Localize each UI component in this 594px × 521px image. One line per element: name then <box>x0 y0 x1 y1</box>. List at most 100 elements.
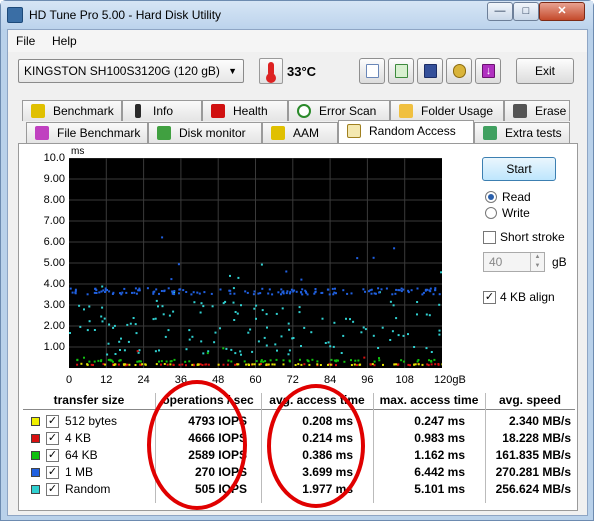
scatter-point <box>246 291 249 294</box>
scatter-point <box>141 363 144 366</box>
scatter-point <box>86 329 89 332</box>
scatter-point <box>310 331 313 334</box>
scatter-point <box>237 276 240 279</box>
tab-erase[interactable]: Erase <box>504 100 570 121</box>
scatter-point <box>301 288 304 291</box>
tab-info[interactable]: Info <box>122 100 202 121</box>
copy-text-button[interactable] <box>359 58 385 84</box>
options-button[interactable] <box>446 58 472 84</box>
copy-screenshot-button[interactable] <box>388 58 414 84</box>
scatter-point <box>298 311 301 314</box>
scatter-point <box>103 317 106 320</box>
scatter-point <box>416 313 418 316</box>
scatter-point <box>334 287 336 290</box>
drive-select-value: KINGSTON SH100S3120G (120 gB) <box>24 64 220 78</box>
scatter-point <box>299 358 301 361</box>
menu-help[interactable]: Help <box>52 34 77 48</box>
read-label: Read <box>502 190 531 204</box>
scatter-point <box>93 329 96 331</box>
minimize-button[interactable]: — <box>487 2 513 21</box>
title-bar: HD Tune Pro 5.00 - Hard Disk Utility — □… <box>1 1 593 29</box>
scatter-point <box>182 289 185 292</box>
tab-health[interactable]: Health <box>202 100 288 121</box>
scatter-point <box>232 287 235 290</box>
series-checkbox[interactable]: ✓ <box>46 449 59 462</box>
avg-speed-cell: 270.281 MB/s <box>495 465 571 479</box>
series-checkbox[interactable]: ✓ <box>46 466 59 479</box>
scatter-point <box>371 363 374 366</box>
save-button[interactable] <box>417 58 443 84</box>
tab-benchmark[interactable]: Benchmark <box>22 100 122 121</box>
series-checkbox[interactable]: ✓ <box>46 483 59 496</box>
spinner-arrows-icon[interactable]: ▲ ▼ <box>530 253 544 271</box>
y-tick-label: 1.00 <box>43 341 65 353</box>
align-checkbox[interactable]: ✓ <box>483 291 496 304</box>
maximize-button[interactable]: □ <box>513 2 539 21</box>
tab-file-benchmark[interactable]: File Benchmark <box>26 122 148 143</box>
close-button[interactable]: ✕ <box>539 2 585 21</box>
start-button[interactable]: Start <box>482 157 556 181</box>
scatter-point <box>101 320 104 323</box>
tab-extra-tests[interactable]: Extra tests <box>474 122 570 143</box>
scatter-point <box>136 360 139 363</box>
scatter-point <box>83 308 85 311</box>
scatter-point <box>329 345 332 348</box>
scatter-point <box>280 293 282 296</box>
scatter-point <box>132 317 135 319</box>
series-checkbox[interactable]: ✓ <box>46 415 59 428</box>
tab-random-access[interactable]: Random Access <box>338 120 474 143</box>
tab-strip: Benchmark Info Health Error Scan Folder … <box>8 100 587 146</box>
series-checkbox[interactable]: ✓ <box>46 432 59 445</box>
scatter-point <box>173 290 176 292</box>
scatter-point <box>101 285 104 288</box>
tab-aam[interactable]: AAM <box>262 122 338 143</box>
scatter-point <box>261 309 264 312</box>
scatter-point <box>120 337 122 340</box>
x-tick-label: 60 <box>249 374 262 386</box>
scatter-point <box>104 287 107 290</box>
scatter-point <box>438 293 441 296</box>
tab-folder-usage[interactable]: Folder Usage <box>390 100 504 121</box>
scatter-point <box>100 315 103 318</box>
exit-button[interactable]: Exit <box>516 58 574 84</box>
drive-select[interactable]: KINGSTON SH100S3120G (120 gB) ▼ <box>18 59 244 83</box>
scatter-point <box>286 290 289 293</box>
scatter-point <box>275 312 278 315</box>
tab-error-scan[interactable]: Error Scan <box>288 100 390 121</box>
scatter-point <box>253 363 256 366</box>
scatter-point <box>131 291 133 294</box>
scatter-point <box>134 287 137 290</box>
scatter-point <box>343 360 346 363</box>
scatter-point <box>261 287 264 290</box>
scatter-point <box>430 363 433 366</box>
erase-icon <box>513 104 527 118</box>
tab-disk-monitor[interactable]: Disk monitor <box>148 122 262 143</box>
scatter-point <box>314 288 317 290</box>
scatter-point <box>437 363 440 366</box>
scatter-point <box>117 363 120 366</box>
read-radio[interactable] <box>485 191 497 203</box>
short-stroke-checkbox[interactable] <box>483 231 496 244</box>
scatter-point <box>247 363 250 366</box>
x-tick-label: 96 <box>361 374 374 386</box>
scatter-point <box>294 364 297 366</box>
write-radio[interactable] <box>485 207 497 219</box>
short-stroke-input[interactable]: 40 ▲ ▼ <box>483 252 545 272</box>
scatter-point <box>350 364 353 366</box>
scatter-point <box>377 347 380 349</box>
scatter-point <box>262 360 265 363</box>
download-button[interactable]: ↓ <box>475 58 501 84</box>
scatter-point <box>165 360 168 363</box>
scatter-point <box>434 289 437 292</box>
menu-file[interactable]: File <box>16 34 35 48</box>
scatter-point <box>287 353 290 356</box>
scatter-point <box>74 292 77 295</box>
extra-tests-icon <box>483 126 497 140</box>
max-access-cell: 6.442 ms <box>414 465 465 479</box>
scatter-point <box>265 364 268 366</box>
scatter-point <box>97 359 100 362</box>
header-avg-speed: avg. speed <box>485 393 575 410</box>
x-tick-label: 72 <box>286 374 299 386</box>
scatter-point <box>154 350 157 353</box>
scatter-point <box>378 359 381 362</box>
